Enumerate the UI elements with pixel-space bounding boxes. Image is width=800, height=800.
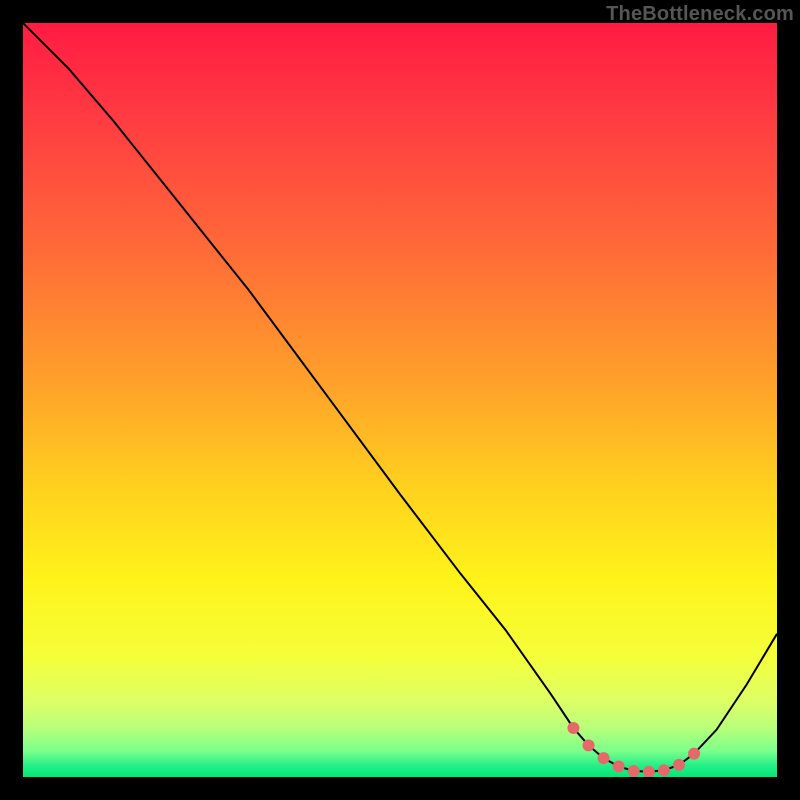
optimal-marker: [673, 759, 685, 771]
optimal-marker: [688, 748, 700, 760]
optimal-marker: [567, 722, 579, 734]
optimal-marker: [658, 764, 670, 776]
chart-area: [23, 23, 777, 777]
optimal-marker: [598, 752, 610, 764]
optimal-marker: [613, 760, 625, 772]
optimal-marker: [583, 739, 595, 751]
optimal-marker: [628, 765, 640, 777]
